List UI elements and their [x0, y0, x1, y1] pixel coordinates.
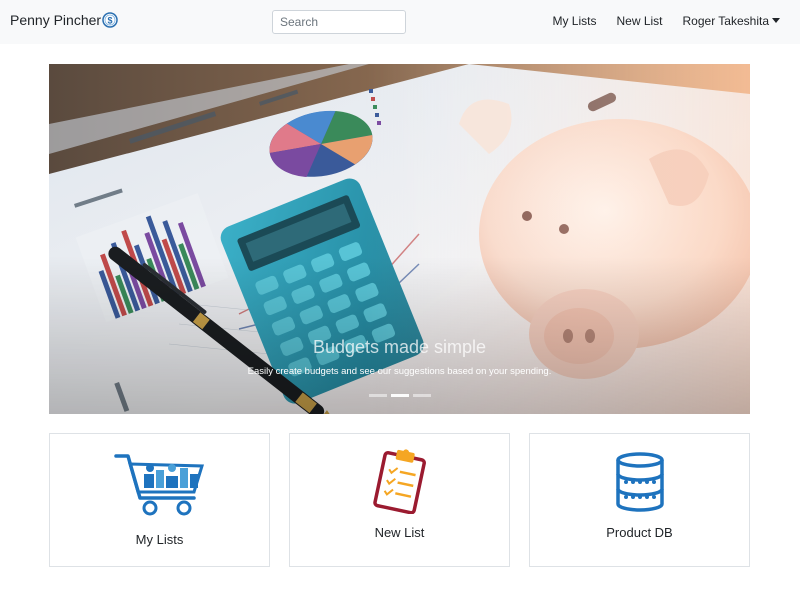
hero-carousel: Budgets made simple Easily create budget… [49, 64, 750, 414]
brand-link[interactable]: Penny Pincher $ [10, 12, 118, 28]
user-name: Roger Takeshita [682, 14, 770, 28]
product-db-card-label: Product DB [606, 525, 673, 540]
carousel-caption-title: Budgets made simple [312, 337, 487, 357]
new-list-card-label: New List [374, 525, 425, 540]
search-input[interactable] [272, 10, 406, 34]
carousel-prev-control[interactable] [87, 214, 117, 254]
brand-name: Penny Pincher [10, 12, 102, 28]
caret-down-icon [772, 18, 780, 23]
nav-links: My Lists New List Roger Takeshita [552, 14, 780, 28]
user-menu-dropdown[interactable]: Roger Takeshita [682, 14, 780, 28]
carousel-indicators [49, 394, 750, 397]
nav-new-list-link[interactable]: New List [616, 14, 662, 28]
nav-my-lists-link[interactable]: My Lists [552, 14, 596, 28]
carousel-indicator-1[interactable] [368, 394, 387, 397]
my-lists-card-label: My Lists [135, 532, 184, 547]
database-icon [616, 452, 664, 512]
carousel-indicator-2[interactable] [390, 394, 409, 397]
my-lists-card[interactable]: My Lists [49, 433, 270, 567]
carousel-next-control[interactable] [690, 214, 720, 254]
carousel-caption-text: Easily create budgets and see our sugges… [247, 366, 552, 377]
carousel-indicator-3[interactable] [412, 394, 431, 397]
hero-image [49, 64, 750, 414]
navbar: Penny Pincher $ My Lists New List Roger … [0, 0, 800, 44]
product-db-card[interactable]: Product DB [529, 433, 750, 567]
svg-text:$: $ [108, 16, 113, 26]
new-list-card[interactable]: New List [289, 433, 510, 567]
dollar-coin-icon: $ [102, 12, 118, 28]
clipboard-checklist-icon [373, 449, 426, 514]
shopping-cart-icon [114, 454, 205, 516]
